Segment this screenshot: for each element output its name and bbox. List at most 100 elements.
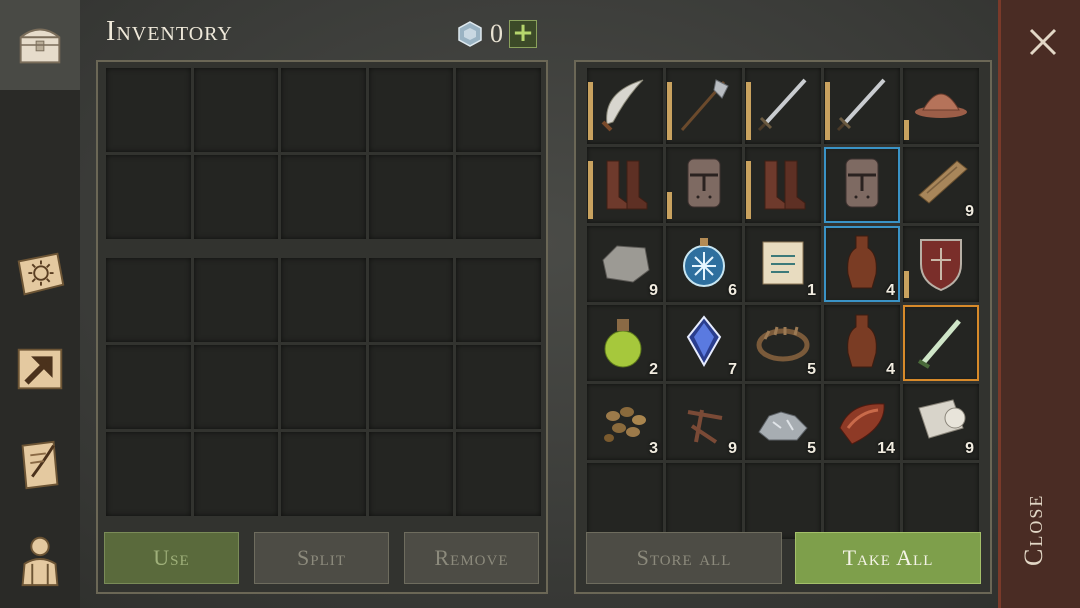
item-count: 14 (877, 440, 895, 457)
container-slot-empty[interactable] (903, 463, 979, 539)
split-button[interactable]: Split (254, 532, 389, 584)
sword-icon (757, 78, 807, 132)
page-title: Inventory (106, 16, 233, 47)
inventory-slot[interactable] (106, 155, 191, 239)
store-all-button[interactable]: Store all (586, 532, 782, 584)
tab-character[interactable] (0, 515, 80, 605)
container-slot[interactable]: 1 (745, 226, 821, 302)
scroll-icon (762, 241, 804, 285)
container-slot[interactable]: 9 (587, 226, 663, 302)
container-slot[interactable] (587, 147, 663, 223)
container-slot[interactable] (824, 68, 900, 144)
crafting-arrow-icon (17, 348, 63, 390)
inventory-slot[interactable] (368, 432, 454, 516)
item-count: 9 (965, 440, 974, 457)
close-icon[interactable] (1023, 22, 1063, 62)
inventory-slot[interactable] (368, 155, 454, 239)
container-slot[interactable] (666, 68, 742, 144)
inventory-slot[interactable] (193, 432, 279, 516)
scimitar-icon (601, 79, 644, 132)
ore-icon (758, 411, 808, 441)
item-count: 9 (728, 440, 737, 457)
item-count: 6 (728, 282, 737, 299)
container-slot-empty[interactable] (824, 463, 900, 539)
tab-journal[interactable] (0, 420, 80, 510)
dagger-icon (917, 319, 961, 369)
container-slot[interactable]: 14 (824, 384, 900, 460)
inventory-slot[interactable] (106, 68, 191, 152)
container-slot[interactable]: 7 (666, 305, 742, 381)
inventory-slot[interactable] (368, 68, 454, 152)
inventory-slot[interactable] (106, 432, 191, 516)
inventory-slot[interactable] (281, 68, 366, 152)
inventory-slot[interactable] (456, 345, 541, 429)
inventory-slot[interactable] (281, 258, 366, 342)
item-count: 4 (886, 282, 895, 299)
container-slot[interactable] (903, 68, 979, 144)
container-slot[interactable] (587, 68, 663, 144)
container-slot[interactable]: 2 (587, 305, 663, 381)
tab-inventory[interactable] (0, 0, 80, 90)
inventory-slot[interactable] (106, 345, 191, 429)
helmet-icon (915, 93, 967, 118)
container-slot-empty[interactable] (666, 463, 742, 539)
container-slot-empty[interactable] (745, 463, 821, 539)
container-slot[interactable]: 5 (745, 305, 821, 381)
item-count: 9 (649, 282, 658, 299)
container-slot[interactable] (903, 305, 979, 381)
close-panel[interactable]: Close (998, 0, 1080, 608)
use-button[interactable]: Use (104, 532, 239, 584)
container-slot[interactable] (903, 226, 979, 302)
character-icon (21, 536, 59, 587)
equipped-slots-grid (106, 68, 541, 239)
inventory-slot[interactable] (456, 155, 541, 239)
inventory-slot[interactable] (193, 155, 279, 239)
inventory-slot[interactable] (193, 345, 279, 429)
add-gems-button[interactable]: + (509, 20, 537, 48)
inventory-slot[interactable] (456, 432, 541, 516)
inventory-slot[interactable] (456, 68, 541, 152)
inventory-slot[interactable] (193, 258, 279, 342)
container-slot[interactable] (824, 147, 900, 223)
gem-counter: 0 + (456, 19, 537, 49)
quest-scroll-icon (21, 440, 59, 490)
container-slot[interactable]: 6 (666, 226, 742, 302)
item-count: 5 (807, 440, 816, 457)
tab-crafting[interactable] (0, 324, 80, 414)
container-slot[interactable]: 3 (587, 384, 663, 460)
container-slot[interactable]: 9 (903, 147, 979, 223)
wood-plank-icon (918, 160, 968, 204)
inventory-slot[interactable] (368, 345, 454, 429)
boots-icon (606, 160, 648, 210)
container-slot[interactable] (745, 147, 821, 223)
remove-button[interactable]: Remove (404, 532, 539, 584)
inventory-slot[interactable] (281, 345, 366, 429)
container-slot-empty[interactable] (587, 463, 663, 539)
container-slot[interactable]: 9 (903, 384, 979, 460)
take-all-button[interactable]: Take All (795, 532, 981, 584)
container-slot[interactable] (666, 147, 742, 223)
inventory-slot[interactable] (106, 258, 191, 342)
item-count: 5 (807, 361, 816, 378)
tab-skills[interactable] (0, 230, 80, 320)
inventory-slot[interactable] (281, 432, 366, 516)
container-slot[interactable]: 4 (824, 226, 900, 302)
inventory-slot[interactable] (368, 258, 454, 342)
close-label[interactable]: Close (1019, 480, 1059, 580)
container-slot[interactable]: 9 (666, 384, 742, 460)
container-slot[interactable] (745, 68, 821, 144)
container-panel: 9 9 6 1 4 2 7 5 4 3 9 5 14 9 (574, 60, 992, 594)
container-slot[interactable]: 4 (824, 305, 900, 381)
container-slot[interactable]: 5 (745, 384, 821, 460)
chest-icon (19, 28, 61, 64)
durability-bar (825, 82, 830, 140)
frost-potion-icon (683, 238, 725, 287)
inventory-slot[interactable] (193, 68, 279, 152)
seeds-icon (604, 407, 646, 442)
gem-icon (458, 21, 482, 47)
inventory-slot[interactable] (456, 258, 541, 342)
item-count: 3 (649, 440, 658, 457)
crystal-icon (686, 315, 722, 368)
durability-bar (904, 270, 909, 298)
inventory-slot[interactable] (281, 155, 366, 239)
